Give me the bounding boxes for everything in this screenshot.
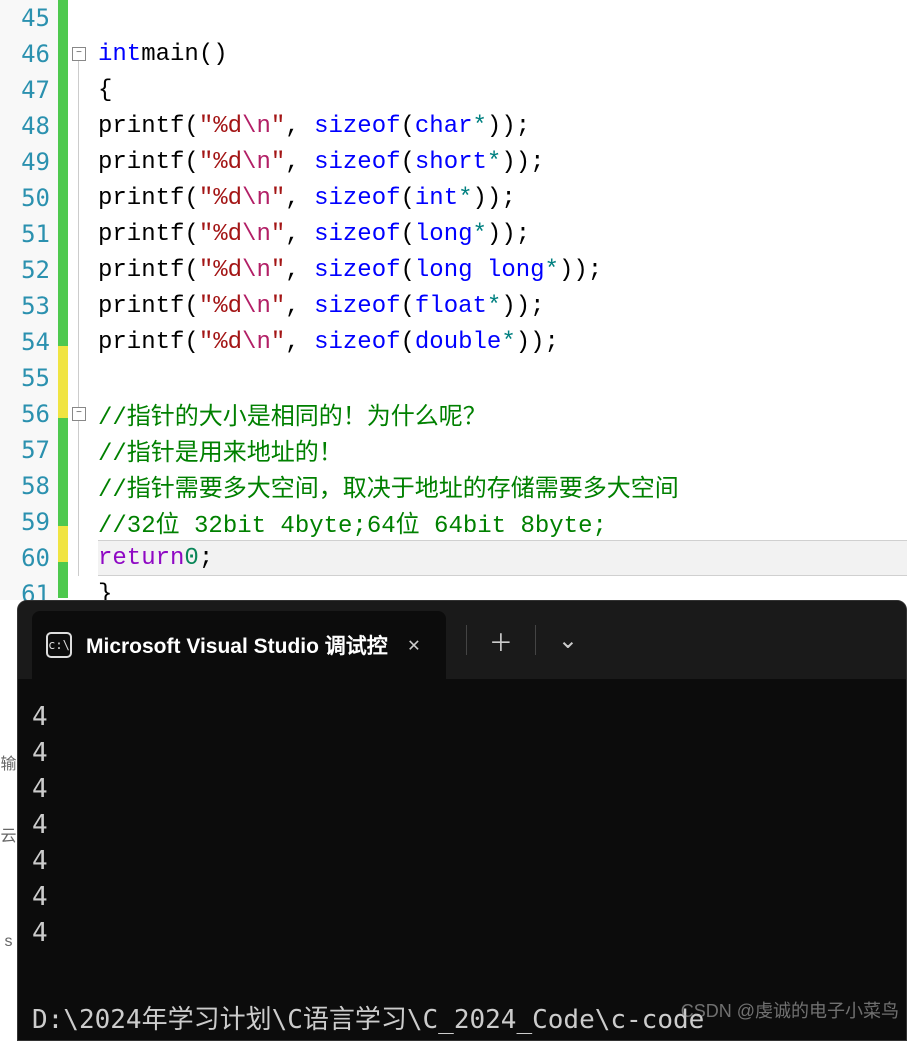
line-number: 51 xyxy=(0,216,58,252)
code-line: //32位 32bit 4byte;64位 64bit 8byte; xyxy=(98,504,907,540)
code-line: //指针的大小是相同的！为什么呢？ xyxy=(98,396,907,432)
fold-column: − − xyxy=(68,0,98,600)
output-line: 4 xyxy=(32,882,48,912)
code-line: { xyxy=(98,72,907,108)
output-line: 4 xyxy=(32,702,48,732)
line-number: 45 xyxy=(0,0,58,36)
fold-toggle-icon[interactable]: − xyxy=(72,47,86,61)
line-number: 48 xyxy=(0,108,58,144)
code-line: printf("%d\n", sizeof(long*)); xyxy=(98,216,907,252)
output-line: 4 xyxy=(32,774,48,804)
line-number: 47 xyxy=(0,72,58,108)
code-line: printf("%d\n", sizeof(char*)); xyxy=(98,108,907,144)
output-line: 4 xyxy=(32,846,48,876)
change-marker-saved xyxy=(58,0,68,346)
divider xyxy=(535,625,536,655)
fold-toggle-icon[interactable]: − xyxy=(72,407,86,421)
output-line: 4 xyxy=(32,738,48,768)
tab-dropdown-button[interactable]: ⌄ xyxy=(540,618,596,663)
output-line: 4 xyxy=(32,810,48,840)
output-line: 4 xyxy=(32,918,48,948)
code-line: printf("%d\n", sizeof(int*)); xyxy=(98,180,907,216)
code-line-current: return 0; xyxy=(98,540,907,576)
line-number: 50 xyxy=(0,180,58,216)
line-number: 59 xyxy=(0,504,58,540)
line-number: 49 xyxy=(0,144,58,180)
new-tab-button[interactable]: ＋ xyxy=(471,615,531,666)
terminal-icon: c:\ xyxy=(46,632,72,658)
close-icon[interactable]: ✕ xyxy=(402,628,426,662)
code-line xyxy=(98,360,907,396)
fold-guide xyxy=(78,61,79,576)
change-marker-saved xyxy=(58,418,68,526)
line-number: 54 xyxy=(0,324,58,360)
code-editor[interactable]: 45 46 47 48 49 50 51 52 53 54 55 56 57 5… xyxy=(0,0,907,600)
code-line: //指针是用来地址的！ xyxy=(98,432,907,468)
code-line: printf("%d\n", sizeof(double*)); xyxy=(98,324,907,360)
background-editor-fragment: 输云s xyxy=(0,600,17,1041)
line-number: 56 xyxy=(0,396,58,432)
line-number: 52 xyxy=(0,252,58,288)
line-number-gutter: 45 46 47 48 49 50 51 52 53 54 55 56 57 5… xyxy=(0,0,58,600)
line-number: 55 xyxy=(0,360,58,396)
line-number: 57 xyxy=(0,432,58,468)
divider xyxy=(466,625,467,655)
code-line xyxy=(98,0,907,36)
change-marker-column xyxy=(58,0,68,600)
line-number: 46 xyxy=(0,36,58,72)
code-line: //指针需要多大空间，取决于地址的存储需要多大空间 xyxy=(98,468,907,504)
line-number: 58 xyxy=(0,468,58,504)
change-marker-unsaved xyxy=(58,346,68,418)
terminal-tab-title: Microsoft Visual Studio 调试控 xyxy=(86,630,388,660)
tabbar-actions: ＋ ⌄ xyxy=(466,601,596,679)
code-line: printf("%d\n", sizeof(long long*)); xyxy=(98,252,907,288)
change-marker-unsaved xyxy=(58,526,68,562)
change-marker-saved xyxy=(58,562,68,598)
terminal-output[interactable]: 4 4 4 4 4 4 4 xyxy=(18,679,906,971)
terminal-path: D:\2024年学习计划\C语言学习\C_2024_Code\c-code xyxy=(32,999,704,1036)
line-number: 60 xyxy=(0,540,58,576)
code-line: int main() xyxy=(98,36,907,72)
terminal-tab[interactable]: c:\ Microsoft Visual Studio 调试控 ✕ xyxy=(32,611,446,679)
code-line: printf("%d\n", sizeof(short*)); xyxy=(98,144,907,180)
code-content[interactable]: int main() { printf("%d\n", sizeof(char*… xyxy=(98,0,907,600)
line-number: 53 xyxy=(0,288,58,324)
code-line: printf("%d\n", sizeof(float*)); xyxy=(98,288,907,324)
terminal-tabbar: c:\ Microsoft Visual Studio 调试控 ✕ ＋ ⌄ xyxy=(18,601,906,679)
terminal-window[interactable]: c:\ Microsoft Visual Studio 调试控 ✕ ＋ ⌄ 4 … xyxy=(17,600,907,1041)
